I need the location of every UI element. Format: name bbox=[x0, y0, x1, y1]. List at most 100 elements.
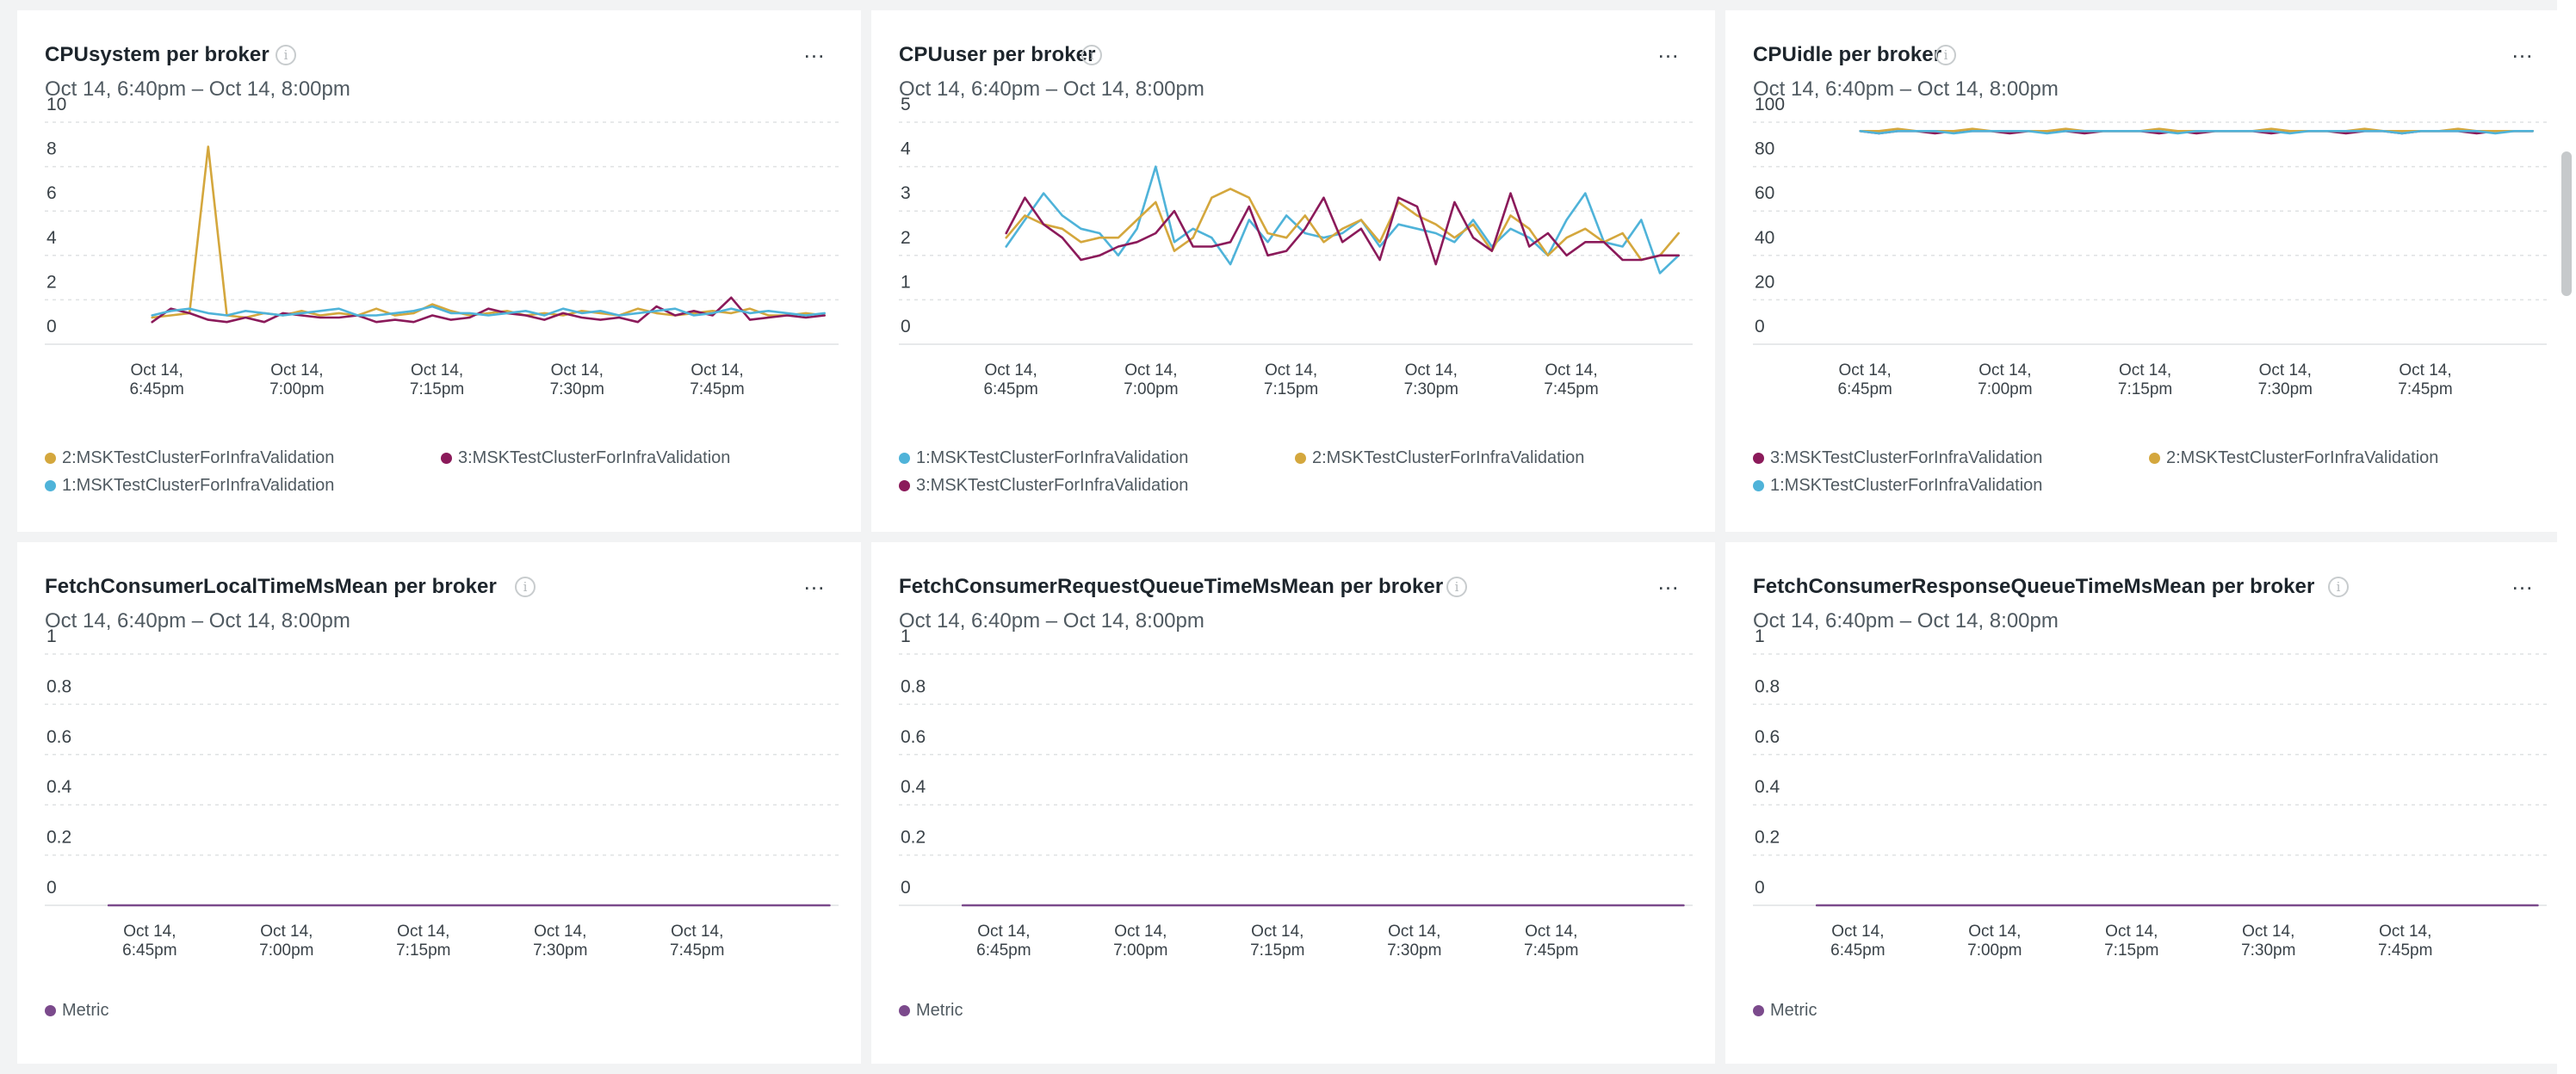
y-tick-label: 0 bbox=[46, 317, 57, 336]
legend-item[interactable]: 2:MSKTestClusterForInfraValidation bbox=[1295, 448, 1584, 468]
legend-label: 1:MSKTestClusterForInfraValidation bbox=[1770, 476, 2043, 495]
y-tick-label: 5 bbox=[901, 95, 911, 114]
x-tick-label: 7:30pm bbox=[550, 380, 604, 398]
x-tick-label: Oct 14, bbox=[1525, 923, 1577, 941]
legend-label: 2:MSKTestClusterForInfraValidation bbox=[62, 448, 335, 467]
x-tick-label: 7:30pm bbox=[1387, 941, 1441, 960]
y-tick-label: 80 bbox=[1755, 139, 1774, 159]
x-tick-label: Oct 14, bbox=[1251, 923, 1303, 941]
legend-item[interactable]: 1:MSKTestClusterForInfraValidation bbox=[899, 448, 1188, 468]
legend-item[interactable]: 2:MSKTestClusterForInfraValidation bbox=[45, 448, 334, 468]
x-tick-label: 7:00pm bbox=[1978, 380, 2032, 398]
legend-item[interactable]: 1:MSKTestClusterForInfraValidation bbox=[1753, 475, 2042, 496]
y-tick-label: 0 bbox=[901, 878, 911, 898]
legend-label: Metric bbox=[916, 1001, 963, 1020]
x-tick-label: 7:00pm bbox=[259, 941, 313, 960]
line-chart[interactable]: 00.20.40.60.81Oct 14,6:45pmOct 14,7:00pm… bbox=[17, 542, 861, 1064]
x-tick-label: 7:00pm bbox=[1113, 941, 1167, 960]
line-chart[interactable]: 00.20.40.60.81Oct 14,6:45pmOct 14,7:00pm… bbox=[871, 542, 1715, 1064]
series-line[interactable] bbox=[151, 145, 827, 319]
legend-label: Metric bbox=[1770, 1001, 1817, 1020]
x-tick-label: Oct 14, bbox=[1978, 361, 2031, 380]
y-tick-label: 6 bbox=[46, 183, 57, 203]
x-tick-label: 7:30pm bbox=[2241, 941, 2295, 960]
legend-label: 1:MSKTestClusterForInfraValidation bbox=[62, 476, 335, 495]
chart-panel: FetchConsumerLocalTimeMsMean per broker i… bbox=[17, 542, 861, 1064]
chart-panel: FetchConsumerResponseQueueTimeMsMean per… bbox=[1725, 542, 2569, 1064]
legend-color-swatch bbox=[1753, 1005, 1764, 1016]
legend-color-swatch bbox=[45, 1005, 56, 1016]
x-tick-label: 7:45pm bbox=[1524, 941, 1578, 960]
x-tick-label: 6:45pm bbox=[976, 941, 1031, 960]
legend-color-swatch bbox=[441, 453, 452, 464]
legend-label: 1:MSKTestClusterForInfraValidation bbox=[916, 448, 1189, 467]
x-tick-label: Oct 14, bbox=[1124, 361, 1177, 380]
series-line[interactable] bbox=[1005, 165, 1681, 275]
x-tick-label: Oct 14, bbox=[1968, 923, 2021, 941]
y-tick-label: 0.4 bbox=[1755, 777, 1780, 797]
x-tick-label: Oct 14, bbox=[534, 923, 586, 941]
x-tick-label: 6:45pm bbox=[122, 941, 176, 960]
page-scrollbar[interactable] bbox=[2557, 0, 2576, 1074]
x-tick-label: Oct 14, bbox=[2379, 923, 2431, 941]
scrollbar-thumb[interactable] bbox=[2561, 151, 2572, 296]
chart-panel: CPUsystem per broker i... Oct 14, 6:40pm –… bbox=[17, 10, 861, 532]
x-tick-label: Oct 14, bbox=[1388, 923, 1440, 941]
legend-color-swatch bbox=[1295, 453, 1306, 464]
x-tick-label: Oct 14, bbox=[1839, 361, 1892, 380]
line-chart[interactable]: 00.20.40.60.81Oct 14,6:45pmOct 14,7:00pm… bbox=[1725, 542, 2569, 1064]
x-tick-label: Oct 14, bbox=[123, 923, 176, 941]
x-tick-label: Oct 14, bbox=[671, 923, 723, 941]
x-tick-label: 7:15pm bbox=[1250, 941, 1304, 960]
y-tick-label: 20 bbox=[1755, 272, 1774, 292]
x-tick-label: Oct 14, bbox=[270, 361, 323, 380]
x-tick-label: Oct 14, bbox=[1265, 361, 1317, 380]
legend-color-swatch bbox=[2149, 453, 2160, 464]
legend-color-swatch bbox=[1753, 480, 1764, 491]
legend-item[interactable]: 3:MSKTestClusterForInfraValidation bbox=[1753, 448, 2042, 468]
legend-label: 2:MSKTestClusterForInfraValidation bbox=[1312, 448, 1585, 467]
series-line[interactable] bbox=[1005, 188, 1681, 262]
y-tick-label: 1 bbox=[901, 272, 911, 292]
legend-item[interactable]: 3:MSKTestClusterForInfraValidation bbox=[899, 475, 1188, 496]
x-tick-label: 7:30pm bbox=[2258, 380, 2313, 398]
y-tick-label: 4 bbox=[901, 139, 911, 159]
y-tick-label: 1 bbox=[901, 626, 911, 646]
y-tick-label: 0.2 bbox=[901, 828, 926, 848]
legend-color-swatch bbox=[45, 453, 56, 464]
y-tick-label: 0.6 bbox=[901, 727, 926, 747]
legend-item[interactable]: Metric bbox=[45, 1000, 108, 1021]
y-tick-label: 0.2 bbox=[46, 828, 71, 848]
y-tick-label: 0.4 bbox=[46, 777, 72, 797]
legend-color-swatch bbox=[45, 480, 56, 491]
x-tick-label: Oct 14, bbox=[2259, 361, 2312, 380]
x-tick-label: Oct 14, bbox=[2242, 923, 2294, 941]
legend-color-swatch bbox=[899, 453, 910, 464]
x-tick-label: 7:15pm bbox=[1264, 380, 1318, 398]
y-tick-label: 2 bbox=[901, 228, 911, 248]
x-tick-label: 7:00pm bbox=[1124, 380, 1178, 398]
y-tick-label: 1 bbox=[46, 626, 57, 646]
x-tick-label: Oct 14, bbox=[131, 361, 183, 380]
x-tick-label: 7:15pm bbox=[396, 941, 450, 960]
x-tick-label: Oct 14, bbox=[985, 361, 1037, 380]
x-tick-label: 7:15pm bbox=[410, 380, 464, 398]
x-tick-label: Oct 14, bbox=[2399, 361, 2451, 380]
legend-item[interactable]: 3:MSKTestClusterForInfraValidation bbox=[441, 448, 730, 468]
y-tick-label: 0.8 bbox=[901, 676, 926, 696]
y-tick-label: 0.6 bbox=[46, 727, 71, 747]
x-tick-label: 7:15pm bbox=[2118, 380, 2172, 398]
legend-item[interactable]: 1:MSKTestClusterForInfraValidation bbox=[45, 475, 334, 496]
legend-label: Metric bbox=[62, 1001, 109, 1020]
y-tick-label: 0.2 bbox=[1755, 828, 1780, 848]
legend-item[interactable]: Metric bbox=[1753, 1000, 1817, 1021]
y-tick-label: 8 bbox=[46, 139, 57, 159]
x-tick-label: Oct 14, bbox=[977, 923, 1030, 941]
x-tick-label: 7:45pm bbox=[690, 380, 744, 398]
legend-item[interactable]: 2:MSKTestClusterForInfraValidation bbox=[2149, 448, 2438, 468]
y-tick-label: 1 bbox=[1755, 626, 1765, 646]
legend-label: 3:MSKTestClusterForInfraValidation bbox=[916, 476, 1189, 495]
x-tick-label: Oct 14, bbox=[397, 923, 449, 941]
legend-item[interactable]: Metric bbox=[899, 1000, 963, 1021]
x-tick-label: 7:45pm bbox=[2378, 941, 2432, 960]
